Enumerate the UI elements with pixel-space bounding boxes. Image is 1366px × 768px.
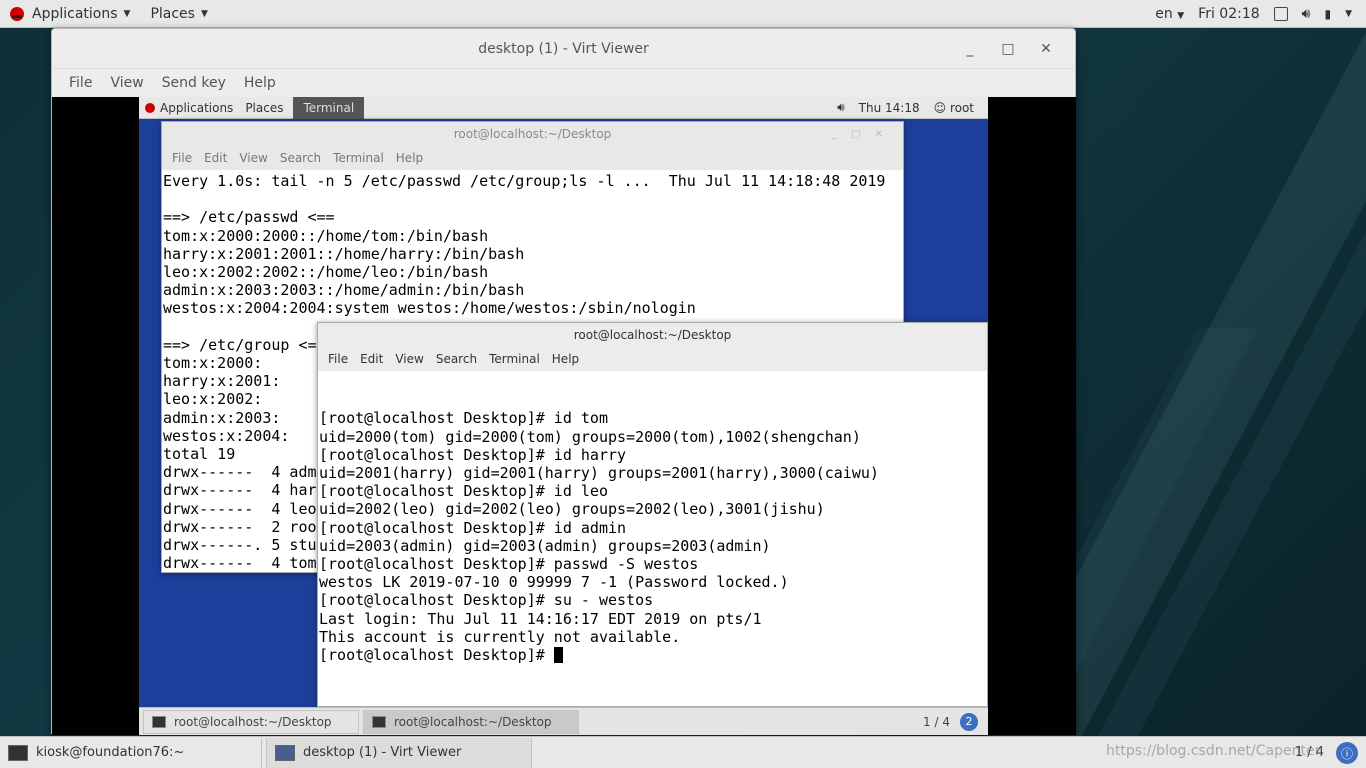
- text-cursor: [553, 647, 563, 664]
- chevron-down-icon: ▼: [1177, 10, 1185, 21]
- user-icon: ☺: [933, 100, 947, 115]
- terminal-line: [root@localhost Desktop]# id admin: [319, 518, 627, 537]
- window-icon[interactable]: [1273, 6, 1288, 21]
- host-taskbar: kiosk@foundation76:~ desktop (1) - Virt …: [0, 736, 1366, 768]
- menu-help[interactable]: Help: [390, 151, 429, 165]
- guest-top-bar: Applications Places Terminal 🔊︎ Thu 14:1…: [139, 97, 988, 119]
- terminal-line: leo:x:2002:2002::/home/leo:/bin/bash: [163, 263, 489, 281]
- window-titlebar[interactable]: desktop (1) - Virt Viewer _ □ ✕: [52, 29, 1075, 69]
- notification-badge[interactable]: 2: [960, 712, 978, 731]
- terminal-line: westos:x:2004:2004:system westos:/home/w…: [163, 299, 696, 318]
- virt-viewer-window: desktop (1) - Virt Viewer _ □ ✕ File Vie…: [51, 28, 1076, 735]
- taskbar-item-terminal-2[interactable]: root@localhost:~/Desktop: [363, 709, 579, 734]
- taskbar-item-terminal-1[interactable]: root@localhost:~/Desktop: [143, 709, 359, 734]
- terminal-line: [root@localhost Desktop]# passwd -S west…: [319, 555, 699, 574]
- menu-file[interactable]: File: [166, 151, 198, 165]
- terminal-line: [root@localhost Desktop]# id tom: [319, 409, 608, 428]
- menu-view[interactable]: View: [389, 352, 429, 366]
- terminal-line: westos LK 2019-07-10 0 99999 7 -1 (Passw…: [319, 573, 789, 592]
- redhat-logo-icon: [10, 6, 24, 21]
- clock[interactable]: Fri 02:18: [1198, 6, 1259, 22]
- terminal-titlebar[interactable]: root@localhost:~/Desktop _□✕: [162, 122, 903, 146]
- menu-file[interactable]: File: [60, 75, 101, 91]
- terminal-window-active[interactable]: root@localhost:~/Desktop File Edit View …: [317, 322, 988, 707]
- guest-places-menu[interactable]: Places: [239, 97, 289, 119]
- chevron-down-icon: ▼: [123, 8, 131, 19]
- terminal-line: [root@localhost Desktop]# su - westos: [319, 591, 654, 610]
- menu-view[interactable]: View: [101, 75, 152, 91]
- vm-display[interactable]: Applications Places Terminal 🔊︎ Thu 14:1…: [52, 97, 1076, 735]
- menu-edit[interactable]: Edit: [354, 352, 389, 366]
- shell-prompt: [root@localhost Desktop]#: [319, 646, 554, 665]
- menu-search[interactable]: Search: [430, 352, 483, 366]
- taskbar-item-virt-viewer[interactable]: desktop (1) - Virt Viewer: [266, 737, 532, 768]
- terminal-icon: [8, 744, 28, 761]
- terminal-line: harry:x:2001:2001::/home/harry:/bin/bash: [163, 244, 525, 263]
- terminal-line: uid=2002(leo) gid=2002(leo) groups=2002(…: [319, 500, 825, 519]
- terminal-line: Every 1.0s: tail -n 5 /etc/passwd /etc/g…: [163, 172, 886, 190]
- workspace-pager[interactable]: 1 / 4: [923, 715, 950, 729]
- minimize-button[interactable]: _: [951, 41, 989, 57]
- terminal-line: [root@localhost Desktop]# id harry: [319, 445, 627, 464]
- monitor-icon: [275, 744, 295, 761]
- host-places-menu[interactable]: Places ▼: [140, 0, 217, 28]
- battery-icon[interactable]: ▮: [1324, 7, 1331, 21]
- menu-send-key[interactable]: Send key: [153, 75, 235, 91]
- maximize-button[interactable]: □: [989, 41, 1027, 57]
- clock[interactable]: Thu 14:18: [859, 101, 920, 115]
- menu-help[interactable]: Help: [546, 352, 585, 366]
- terminal-line: uid=2000(tom) gid=2000(tom) groups=2000(…: [319, 427, 861, 446]
- terminal-line: uid=2003(admin) gid=2003(admin) groups=2…: [319, 536, 771, 555]
- menu-search[interactable]: Search: [274, 151, 327, 165]
- terminal-line: [root@localhost Desktop]# id leo: [319, 482, 608, 501]
- guest-applications-menu[interactable]: Applications: [139, 97, 239, 119]
- window-title: desktop (1) - Virt Viewer: [478, 40, 649, 57]
- menu-terminal[interactable]: Terminal: [483, 352, 546, 366]
- guest-terminal-app[interactable]: Terminal: [293, 97, 365, 119]
- terminal-line: ==> /etc/passwd <==: [163, 208, 335, 227]
- menu-edit[interactable]: Edit: [198, 151, 233, 165]
- terminal-menubar: File Edit View Search Terminal Help: [162, 146, 903, 170]
- menu-terminal[interactable]: Terminal: [327, 151, 390, 165]
- guest-desktop[interactable]: Applications Places Terminal 🔊︎ Thu 14:1…: [139, 97, 988, 735]
- terminal-icon: [152, 715, 166, 728]
- chevron-down-icon: ▼: [200, 8, 208, 19]
- virt-viewer-menubar: File View Send key Help: [52, 69, 1075, 97]
- menu-view[interactable]: View: [233, 151, 273, 165]
- host-applications-menu[interactable]: Applications ▼: [0, 0, 140, 28]
- terminal-line: tom:x:2000:2000::/home/tom:/bin/bash: [163, 226, 489, 245]
- workspace-pager[interactable]: 1 / 4: [1295, 745, 1324, 760]
- terminal-line: Last login: Thu Jul 11 14:16:17 EDT 2019…: [319, 609, 762, 628]
- terminal-line: admin:x:2003:2003::/home/admin:/bin/bash: [163, 281, 525, 300]
- guest-taskbar: root@localhost:~/Desktop root@localhost:…: [139, 707, 988, 735]
- terminal-titlebar[interactable]: root@localhost:~/Desktop: [318, 323, 987, 347]
- terminal-line: uid=2001(harry) gid=2001(harry) groups=2…: [319, 464, 879, 483]
- terminal-output[interactable]: [root@localhost Desktop]# id tom uid=2000…: [318, 371, 987, 707]
- taskbar-item-kiosk-terminal[interactable]: kiosk@foundation76:~: [0, 737, 262, 768]
- terminal-icon: [372, 715, 386, 728]
- volume-icon[interactable]: 🔊︎: [837, 100, 845, 115]
- menu-help[interactable]: Help: [235, 75, 285, 91]
- close-button[interactable]: ✕: [1027, 41, 1065, 57]
- notification-icon[interactable]: ⓘ: [1336, 742, 1358, 764]
- language-selector[interactable]: en ▼: [1155, 6, 1184, 22]
- volume-icon[interactable]: 🔊︎: [1302, 6, 1311, 22]
- redhat-logo-icon: [145, 102, 155, 113]
- terminal-menubar: File Edit View Search Terminal Help: [318, 347, 987, 371]
- host-top-bar: Applications ▼ Places ▼ en ▼ Fri 02:18 🔊…: [0, 0, 1366, 28]
- menu-file[interactable]: File: [322, 352, 354, 366]
- window-controls[interactable]: _□✕: [832, 129, 897, 140]
- watermark: https://blog.csdn.net/Capenter: [1106, 743, 1321, 759]
- power-menu-icon[interactable]: ▼: [1345, 9, 1352, 19]
- user-menu[interactable]: ☺ root: [934, 101, 974, 115]
- terminal-line: This account is currently not available.: [319, 627, 681, 646]
